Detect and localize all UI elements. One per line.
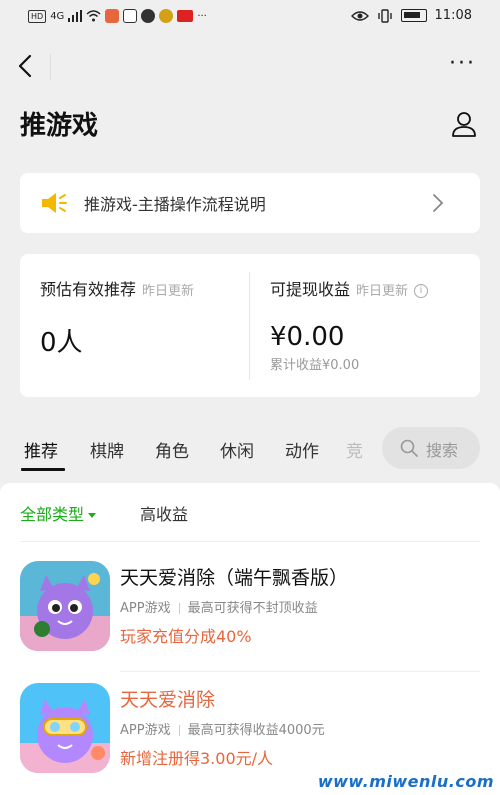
tab-casual[interactable]: 休闲 <box>220 437 254 462</box>
list-divider <box>120 671 480 672</box>
income-stat: 可提现收益 昨日更新 i ¥0.00 累计收益¥0.00 <box>250 254 480 397</box>
game-meta: APP游戏 最高可获得收益4000元 <box>120 719 325 738</box>
tab-board-games[interactable]: 棋牌 <box>90 437 124 462</box>
guide-text: 推游戏-主播操作流程说明 <box>84 195 266 214</box>
income-label: 可提现收益 昨日更新 i <box>270 276 429 300</box>
app-notification-icon <box>105 9 120 23</box>
speaker-icon <box>42 193 67 213</box>
filter-all-types[interactable]: 全部类型 <box>20 501 97 525</box>
watermark: www.miwenlu.com <box>317 772 494 791</box>
game-category: APP游戏 <box>120 723 171 738</box>
wifi-icon <box>86 10 101 22</box>
page-title: 推游戏 <box>20 111 99 141</box>
game-earning-note: 最高可获得收益4000元 <box>187 723 325 738</box>
meta-separator <box>178 603 180 614</box>
network-label: 4G <box>50 10 65 22</box>
game-reward: 玩家充值分成40% <box>120 627 252 646</box>
search-icon <box>400 439 418 457</box>
filter-high-income[interactable]: 高收益 <box>140 501 188 525</box>
status-right-icons: 11:08 <box>350 8 472 23</box>
clock: 11:08 <box>434 8 472 23</box>
list-item[interactable]: 天天爱消除（端午飘香版） APP游戏 最高可获得不封顶收益 玩家充值分成40% <box>20 561 480 672</box>
income-update-note: 昨日更新 <box>356 284 409 299</box>
game-title: 天天爱消除（端午飘香版） <box>120 567 349 589</box>
news-notification-icon <box>177 10 194 22</box>
tab-action[interactable]: 动作 <box>285 437 319 462</box>
referrals-label: 预估有效推荐 昨日更新 <box>40 280 195 299</box>
more-notifications-dots: ··· <box>197 10 207 22</box>
game-icon-classic <box>20 683 110 773</box>
hd-badge: HD <box>28 9 47 23</box>
category-tabs: 推荐 棋牌 角色 休闲 动作 竞 搜索 <box>0 425 500 473</box>
filter-divider <box>20 541 480 542</box>
back-icon[interactable] <box>14 52 38 80</box>
user-profile-icon[interactable] <box>450 110 478 138</box>
search-button[interactable]: 搜索 <box>382 427 480 469</box>
tab-recommend[interactable]: 推荐 <box>24 437 58 462</box>
game-list-panel: 全部类型 高收益 天天爱消除（端午飘香版） APP游戏 最高可获得不封顶收益 玩家… <box>0 483 500 795</box>
eye-comfort-icon <box>350 10 369 21</box>
earnings-stats-card: 预估有效推荐 昨日更新 0人 可提现收益 昨日更新 i ¥0.00 累计收益¥0.00 <box>20 254 480 397</box>
total-income: 累计收益¥0.00 <box>270 358 360 373</box>
active-tab-indicator <box>21 468 65 471</box>
nav-divider <box>50 54 51 80</box>
game-category: APP游戏 <box>120 601 171 616</box>
game-icon-dragon-boat <box>20 561 110 651</box>
list-item[interactable]: 天天爱消除 APP游戏 最高可获得收益4000元 新增注册得3.00元/人 <box>20 683 480 783</box>
chat-notification-icon <box>141 9 156 23</box>
caret-down-icon <box>88 513 97 518</box>
game-title: 天天爱消除 <box>120 689 216 711</box>
referrals-update-note: 昨日更新 <box>142 284 195 299</box>
meta-separator <box>178 725 180 736</box>
more-menu-button[interactable]: ··· <box>449 53 476 75</box>
chevron-right-icon <box>433 194 444 212</box>
battery-icon <box>400 9 427 22</box>
status-left-icons: HD 4G ··· <box>28 9 207 23</box>
signal-icon <box>68 10 83 22</box>
game-reward: 新增注册得3.00元/人 <box>120 749 274 768</box>
money-notification-icon <box>159 9 174 23</box>
search-label: 搜索 <box>426 441 459 460</box>
operation-guide-card[interactable]: 推游戏-主播操作流程说明 <box>20 173 480 233</box>
tab-rpg[interactable]: 角色 <box>155 437 189 462</box>
tab-racing-partial[interactable]: 竞 <box>346 437 364 462</box>
nav-bar: ··· <box>0 36 500 96</box>
vibrate-icon <box>377 8 392 23</box>
info-icon[interactable]: i <box>414 283 429 298</box>
status-bar: HD 4G ··· 11:08 <box>0 0 500 36</box>
game-earning-note: 最高可获得不封顶收益 <box>187 601 318 616</box>
referrals-stat: 预估有效推荐 昨日更新 0人 <box>20 254 250 397</box>
income-value: ¥0.00 <box>270 322 345 352</box>
game-meta: APP游戏 最高可获得不封顶收益 <box>120 597 318 616</box>
translate-icon <box>123 9 138 23</box>
referrals-value: 0人 <box>40 328 83 358</box>
